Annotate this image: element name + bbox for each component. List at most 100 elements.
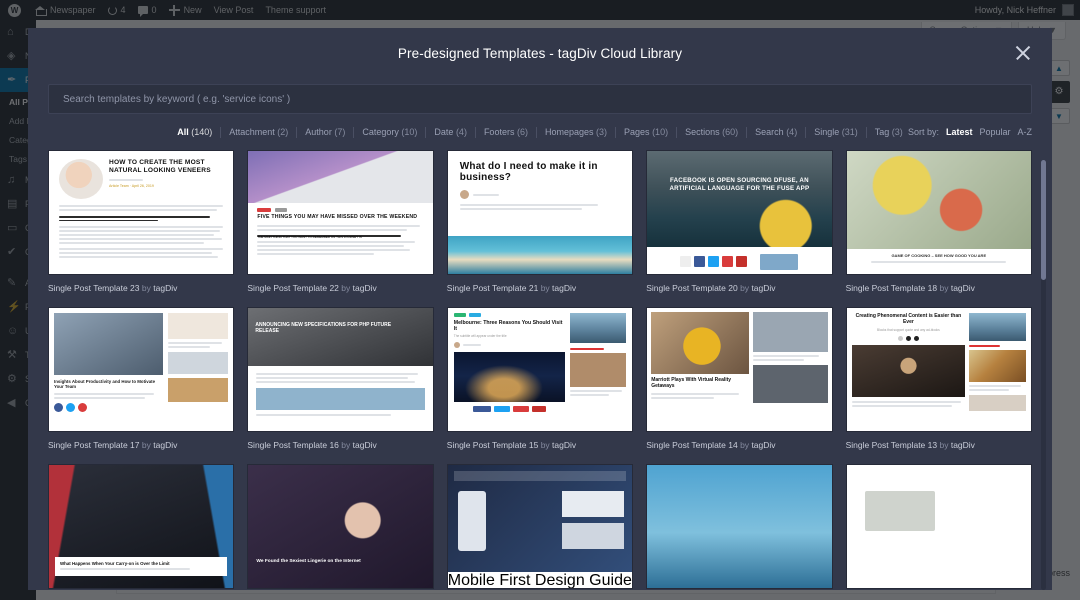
filter-sections[interactable]: Sections (60) <box>677 127 747 138</box>
filter-attachment[interactable]: Attachment (2) <box>221 127 297 138</box>
template-by: by <box>939 440 948 450</box>
template-card[interactable]: Creating Phenomenal Content is Easier th… <box>846 307 1032 464</box>
sort-az[interactable]: A-Z <box>1018 127 1033 137</box>
template-card[interactable]: Sailing Experience Stories <box>646 464 832 590</box>
template-author: tagDiv <box>353 440 377 450</box>
sort-popular[interactable]: Popular <box>979 127 1010 137</box>
template-card[interactable]: FACEBOOK IS OPEN SOURCING DFUSE, AN ARTI… <box>646 150 832 307</box>
template-meta: Blocks that support quote and any ad-blo… <box>852 328 966 332</box>
template-card[interactable]: Marriott Plays With Virtual Reality Geta… <box>646 307 832 464</box>
template-card[interactable]: What Happens When Your Carry-on is Over … <box>48 464 234 590</box>
template-meta: THE MAIN THING THAT YOU WANT TO REMEMBER… <box>257 235 400 237</box>
template-caption: Single Post Template 20 by tagDiv <box>646 283 832 293</box>
template-card[interactable]: We Found the Sexiest Lingerie on the Int… <box>247 464 433 590</box>
template-headline: Mobile First Design Guide <box>448 572 632 588</box>
template-thumbnail[interactable]: What do I need to make it in business? <box>447 150 633 275</box>
template-caption: Single Post Template 16 by tagDiv <box>247 440 433 450</box>
template-thumbnail[interactable]: Melbourne: Three Reasons You Should Visi… <box>447 307 633 432</box>
template-thumbnail[interactable]: Creating Phenomenal Content is Easier th… <box>846 307 1032 432</box>
template-grid-scroll[interactable]: HOW TO CREATE THE MOST NATURAL LOOKING V… <box>28 150 1052 590</box>
template-card[interactable]: Mobile First Design Guide <box>447 464 633 590</box>
filter-label: Single <box>814 127 839 137</box>
template-author: tagDiv <box>153 283 177 293</box>
filter-label: Pages <box>624 127 650 137</box>
template-card[interactable]: Insights About Productivity and How to M… <box>48 307 234 464</box>
filter-label: Sections <box>685 127 720 137</box>
filter-author[interactable]: Author (7) <box>297 127 354 138</box>
template-thumbnail[interactable]: We Found the Sexiest Lingerie on the Int… <box>247 464 433 589</box>
template-meta: Article Team · April 26, 2019 <box>109 184 223 188</box>
template-card[interactable]: Melbourne: Three Reasons You Should Visi… <box>447 307 633 464</box>
template-card[interactable]: FIVE THINGS YOU MAY HAVE MISSED OVER THE… <box>247 150 433 307</box>
scrollbar-thumb[interactable] <box>1041 160 1046 280</box>
template-by: by <box>541 283 550 293</box>
template-author: tagDiv <box>153 440 177 450</box>
template-grid: HOW TO CREATE THE MOST NATURAL LOOKING V… <box>48 150 1032 590</box>
template-by: by <box>740 283 749 293</box>
template-headline: What Happens When Your Carry-on is Over … <box>60 561 222 566</box>
filter-count: (6) <box>517 127 528 137</box>
sort-latest[interactable]: Latest <box>946 127 973 137</box>
template-caption: Single Post Template 21 by tagDiv <box>447 283 633 293</box>
template-author: tagDiv <box>552 440 576 450</box>
template-by: by <box>341 283 350 293</box>
template-caption: Single Post Template 23 by tagDiv <box>48 283 234 293</box>
template-thumbnail[interactable]: Sailing Experience Stories <box>646 464 832 589</box>
template-caption: Single Post Template 18 by tagDiv <box>846 283 1032 293</box>
search-box[interactable] <box>48 84 1032 114</box>
template-name: Single Post Template 13 <box>846 440 938 450</box>
template-headline: FIVE THINGS YOU MAY HAVE MISSED OVER THE… <box>257 215 423 221</box>
filter-all[interactable]: All (140) <box>169 127 221 138</box>
filter-label: Tag <box>875 127 890 137</box>
template-thumbnail[interactable]: GAME OF COOKING – SEE HOW GOOD YOU ARE <box>846 150 1032 275</box>
template-thumbnail[interactable]: HOW TO CREATE THE MOST NATURAL LOOKING V… <box>48 150 234 275</box>
scrollbar[interactable] <box>1041 160 1046 590</box>
filter-single[interactable]: Single (31) <box>806 127 867 138</box>
template-thumbnail[interactable]: FACEBOOK IS OPEN SOURCING DFUSE, AN ARTI… <box>646 150 832 275</box>
filter-category[interactable]: Category (10) <box>354 127 426 138</box>
filter-pages[interactable]: Pages (10) <box>616 127 677 138</box>
template-headline: ANNOUNCING NEW SPECIFICATIONS FOR PHP FU… <box>255 322 402 335</box>
filter-count: (7) <box>334 127 345 137</box>
template-card[interactable]: Workspace Essentials <box>846 464 1032 590</box>
template-author: tagDiv <box>552 283 576 293</box>
filter-date[interactable]: Date (4) <box>426 127 476 138</box>
template-name: Single Post Template 21 <box>447 283 539 293</box>
template-author: tagDiv <box>751 283 775 293</box>
filter-homepages[interactable]: Homepages (3) <box>537 127 616 138</box>
template-card[interactable]: What do I need to make it in business? S… <box>447 150 633 307</box>
template-thumbnail[interactable]: Marriott Plays With Virtual Reality Geta… <box>646 307 832 432</box>
filter-footers[interactable]: Footers (6) <box>476 127 537 138</box>
template-thumbnail[interactable]: ANNOUNCING NEW SPECIFICATIONS FOR PHP FU… <box>247 307 433 432</box>
template-thumbnail[interactable]: What Happens When Your Carry-on is Over … <box>48 464 234 589</box>
template-name: Single Post Template 22 <box>247 283 339 293</box>
modal-header: Pre-designed Templates - tagDiv Cloud Li… <box>28 28 1052 78</box>
filter-list: All (140) Attachment (2) Author (7) Cate… <box>169 127 911 138</box>
close-icon[interactable] <box>1010 40 1036 66</box>
template-thumbnail[interactable]: Workspace Essentials <box>846 464 1032 589</box>
template-thumbnail[interactable]: FIVE THINGS YOU MAY HAVE MISSED OVER THE… <box>247 150 433 275</box>
template-name: Single Post Template 15 <box>447 440 539 450</box>
filter-tag[interactable]: Tag (3) <box>867 127 911 138</box>
template-card[interactable]: ANNOUNCING NEW SPECIFICATIONS FOR PHP FU… <box>247 307 433 464</box>
filter-count: (4) <box>786 127 797 137</box>
template-meta: The subtitle will appear under the title <box>454 334 566 338</box>
template-thumbnail[interactable]: Mobile First Design Guide <box>447 464 633 589</box>
template-author: tagDiv <box>951 440 975 450</box>
template-name: Single Post Template 23 <box>48 283 140 293</box>
template-name: Single Post Template 20 <box>646 283 738 293</box>
template-author: tagDiv <box>751 440 775 450</box>
template-thumbnail[interactable]: Insights About Productivity and How to M… <box>48 307 234 432</box>
template-name: Single Post Template 16 <box>247 440 339 450</box>
template-caption: Single Post Template 17 by tagDiv <box>48 440 234 450</box>
template-card[interactable]: HOW TO CREATE THE MOST NATURAL LOOKING V… <box>48 150 234 307</box>
template-card[interactable]: GAME OF COOKING – SEE HOW GOOD YOU ARE S… <box>846 150 1032 307</box>
template-by: by <box>142 440 151 450</box>
template-name: Single Post Template 18 <box>846 283 938 293</box>
filter-count: (2) <box>277 127 288 137</box>
search-input[interactable] <box>63 94 1017 105</box>
filter-search[interactable]: Search (4) <box>747 127 806 138</box>
template-headline: Sailing Experience Stories <box>647 465 831 588</box>
template-by: by <box>939 283 948 293</box>
template-by: by <box>341 440 350 450</box>
